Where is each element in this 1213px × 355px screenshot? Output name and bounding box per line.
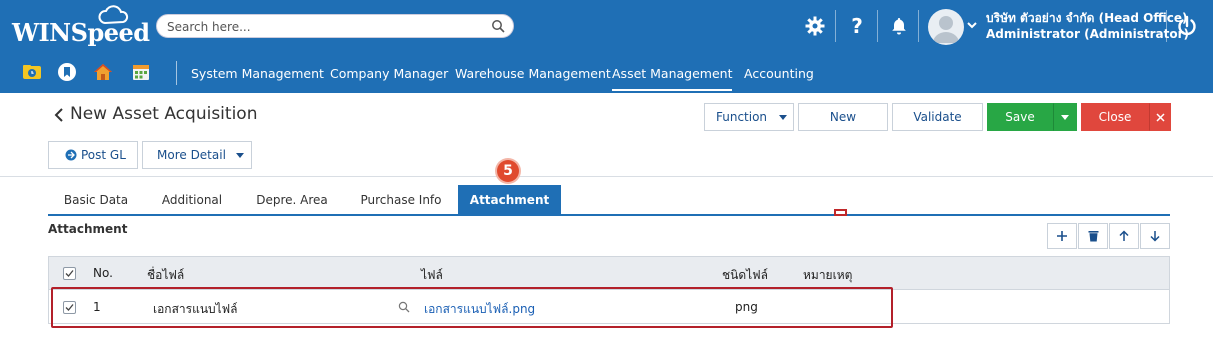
more-detail-button[interactable]: More Detail [142,141,252,169]
company-info[interactable]: บริษัท ตัวอย่าง จำกัด (Head Office) Admi… [986,10,1189,42]
chevron-down-icon [1061,114,1069,120]
tab-attachment[interactable]: Attachment [458,185,561,214]
post-gl-button[interactable]: Post GL [48,141,138,169]
close-button[interactable]: Close [1081,103,1149,131]
move-down-button[interactable] [1140,223,1170,249]
top-header: WINSpeed ? [0,0,1213,93]
row-file-name[interactable]: เอกสารแนบไฟล์ [153,300,238,319]
nav-company-manager[interactable]: Company Manager [330,66,448,81]
header-divider [1166,10,1167,42]
clock-folder-icon[interactable] [22,62,42,82]
save-dropdown-button[interactable] [1053,103,1077,131]
function-label: Function [716,110,768,124]
header-divider [835,10,836,42]
cloud-icon [98,5,129,25]
column-header-file-type: ชนิดไฟล์ [722,268,769,282]
search-input[interactable] [167,18,487,35]
function-button[interactable]: Function [704,103,794,131]
header-divider [918,10,919,42]
tab-additional[interactable]: Additional [144,185,240,214]
attachment-grid: No. ชื่อไฟล์ ไฟล์ ชนิดไฟล์ หมายเหตุ 1 เอ… [48,256,1170,324]
row-checkbox[interactable] [63,301,76,314]
column-header-no: No. [93,266,113,280]
new-button[interactable]: New [798,103,888,131]
checkbox-icon [65,270,74,277]
nav-asset-management[interactable]: Asset Management [612,66,733,91]
nav-accounting[interactable]: Accounting [744,66,814,81]
row-file-link[interactable]: เอกสารแนบไฟล์.png [424,300,535,319]
nav-divider [176,61,177,85]
search-box[interactable] [156,14,514,38]
post-gl-icon [65,149,77,161]
tab-basic-data[interactable]: Basic Data [48,185,144,214]
close-icon [1155,112,1165,122]
header-divider [877,10,878,42]
post-gl-label: Post GL [81,148,126,162]
nav-warehouse-management[interactable]: Warehouse Management [455,66,611,81]
column-header-file-name: ชื่อไฟล์ [147,268,185,282]
chevron-down-icon[interactable] [967,21,977,29]
search-icon[interactable] [491,19,505,33]
column-header-file: ไฟล์ [421,268,443,282]
power-icon[interactable] [1176,14,1198,38]
checkbox-icon [65,304,74,311]
magnifier-icon[interactable] [398,301,410,313]
save-button[interactable]: Save [987,103,1053,131]
bookmark-icon[interactable] [57,62,77,82]
delete-icon [1088,231,1098,242]
company-name: บริษัท ตัวอย่าง จำกัด (Head Office) [986,11,1188,25]
step-marker: 5 [497,160,519,182]
home-icon[interactable] [93,62,113,82]
close-x-button[interactable] [1149,103,1171,131]
resize-marker [834,209,847,216]
add-icon [1057,231,1067,241]
arrow-down-icon [1150,231,1160,242]
tab-underline [48,214,1170,216]
help-icon[interactable]: ? [845,14,869,38]
user-avatar-icon[interactable] [928,9,964,45]
more-detail-label: More Detail [157,148,226,162]
move-up-button[interactable] [1109,223,1139,249]
user-name: Administrator (Administrator) [986,27,1190,41]
bell-icon[interactable] [887,14,911,38]
select-all-checkbox[interactable] [63,267,76,280]
page-title: New Asset Acquisition [70,104,258,124]
divider [0,176,1213,177]
validate-button[interactable]: Validate [892,103,983,131]
tab-depre-area[interactable]: Depre. Area [240,185,344,214]
row-file-type: png [735,300,758,314]
section-title: Attachment [48,222,128,236]
chevron-down-icon [236,153,244,158]
arrow-up-icon [1119,230,1129,241]
delete-button[interactable] [1078,223,1108,249]
nav-system-management[interactable]: System Management [191,66,324,81]
calendar-icon[interactable] [131,62,151,82]
column-header-note: หมายเหตุ [803,268,853,282]
chevron-left-icon[interactable] [52,105,66,125]
chevron-down-icon [779,115,787,120]
tab-purchase-info[interactable]: Purchase Info [344,185,458,214]
add-button[interactable] [1047,223,1077,249]
row-no: 1 [93,300,101,314]
gear-icon[interactable] [803,14,827,38]
grid-header: No. ชื่อไฟล์ ไฟล์ ชนิดไฟล์ หมายเหตุ [49,257,1169,290]
